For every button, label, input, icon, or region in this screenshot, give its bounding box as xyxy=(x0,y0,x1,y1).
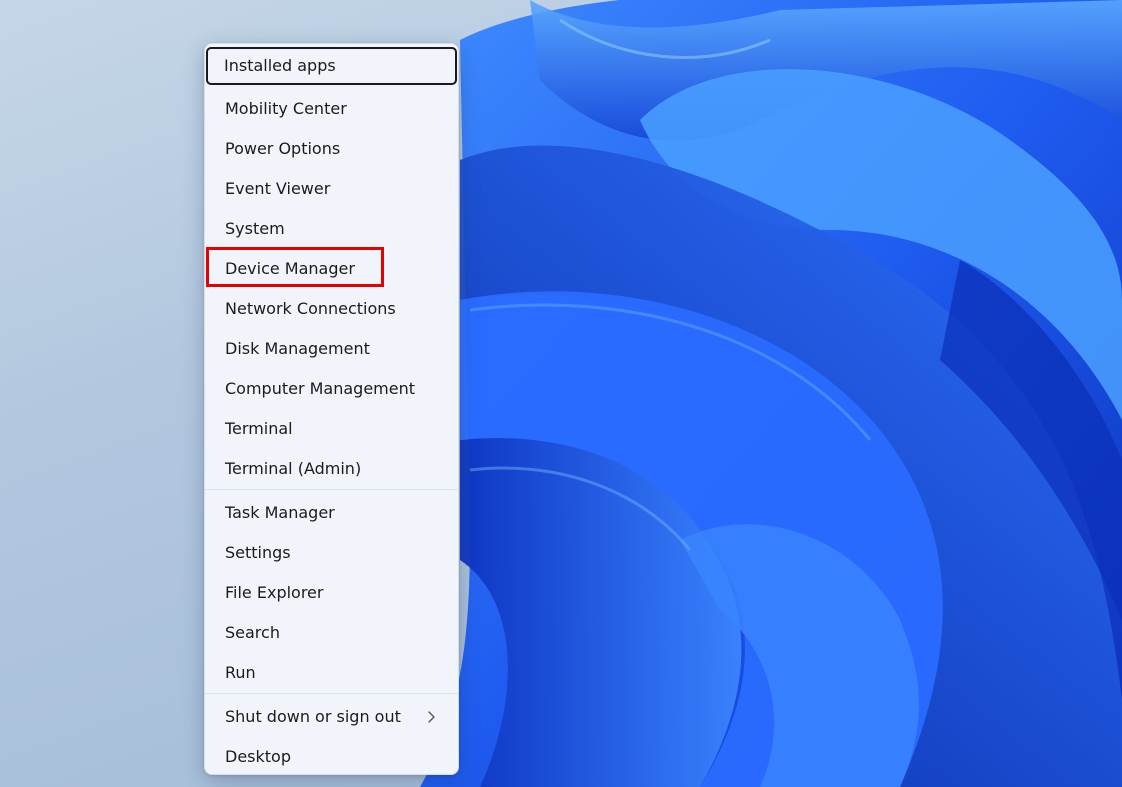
menu-separator xyxy=(205,693,458,694)
menu-item-label: Installed apps xyxy=(224,56,336,75)
menu-item-event-viewer[interactable]: Event Viewer xyxy=(205,167,458,207)
menu-item-label: Event Viewer xyxy=(225,179,331,198)
menu-item-computer-management[interactable]: Computer Management xyxy=(205,367,458,407)
menu-item-system[interactable]: System xyxy=(205,207,458,247)
menu-item-label: Network Connections xyxy=(225,299,396,318)
menu-item-label: Shut down or sign out xyxy=(225,707,401,726)
menu-item-terminal[interactable]: Terminal xyxy=(205,407,458,447)
menu-item-power-options[interactable]: Power Options xyxy=(205,127,458,167)
desktop-wallpaper xyxy=(420,0,1122,787)
menu-item-label: Power Options xyxy=(225,139,341,158)
menu-item-label: Task Manager xyxy=(225,503,335,522)
menu-item-label: Desktop xyxy=(225,747,291,766)
menu-item-label: Computer Management xyxy=(225,379,416,398)
menu-item-label: Search xyxy=(225,623,280,642)
menu-item-search[interactable]: Search xyxy=(205,611,458,651)
quick-link-menu: Installed apps Mobility Center Power Opt… xyxy=(204,43,459,775)
menu-item-mobility-center[interactable]: Mobility Center xyxy=(205,87,458,127)
menu-separator xyxy=(205,489,458,490)
menu-item-run[interactable]: Run xyxy=(205,651,458,691)
menu-item-label: Run xyxy=(225,663,256,682)
menu-item-label: Terminal (Admin) xyxy=(225,459,362,478)
menu-item-desktop[interactable]: Desktop xyxy=(205,735,458,775)
menu-item-label: Device Manager xyxy=(225,259,355,278)
menu-item-device-manager[interactable]: Device Manager xyxy=(206,247,384,287)
menu-item-label: Settings xyxy=(225,543,291,562)
menu-item-label: Terminal xyxy=(225,419,293,438)
menu-item-network-connections[interactable]: Network Connections xyxy=(205,287,458,327)
menu-item-installed-apps[interactable]: Installed apps xyxy=(206,47,457,85)
menu-item-file-explorer[interactable]: File Explorer xyxy=(205,571,458,611)
menu-item-disk-management[interactable]: Disk Management xyxy=(205,327,458,367)
chevron-right-icon xyxy=(428,711,435,723)
menu-item-shut-down-or-sign-out[interactable]: Shut down or sign out xyxy=(205,695,458,735)
menu-item-label: Mobility Center xyxy=(225,99,347,118)
menu-item-label: File Explorer xyxy=(225,583,324,602)
menu-item-label: System xyxy=(225,219,285,238)
menu-item-terminal-admin[interactable]: Terminal (Admin) xyxy=(205,447,458,487)
menu-item-settings[interactable]: Settings xyxy=(205,531,458,571)
menu-item-task-manager[interactable]: Task Manager xyxy=(205,491,458,531)
menu-item-label: Disk Management xyxy=(225,339,370,358)
